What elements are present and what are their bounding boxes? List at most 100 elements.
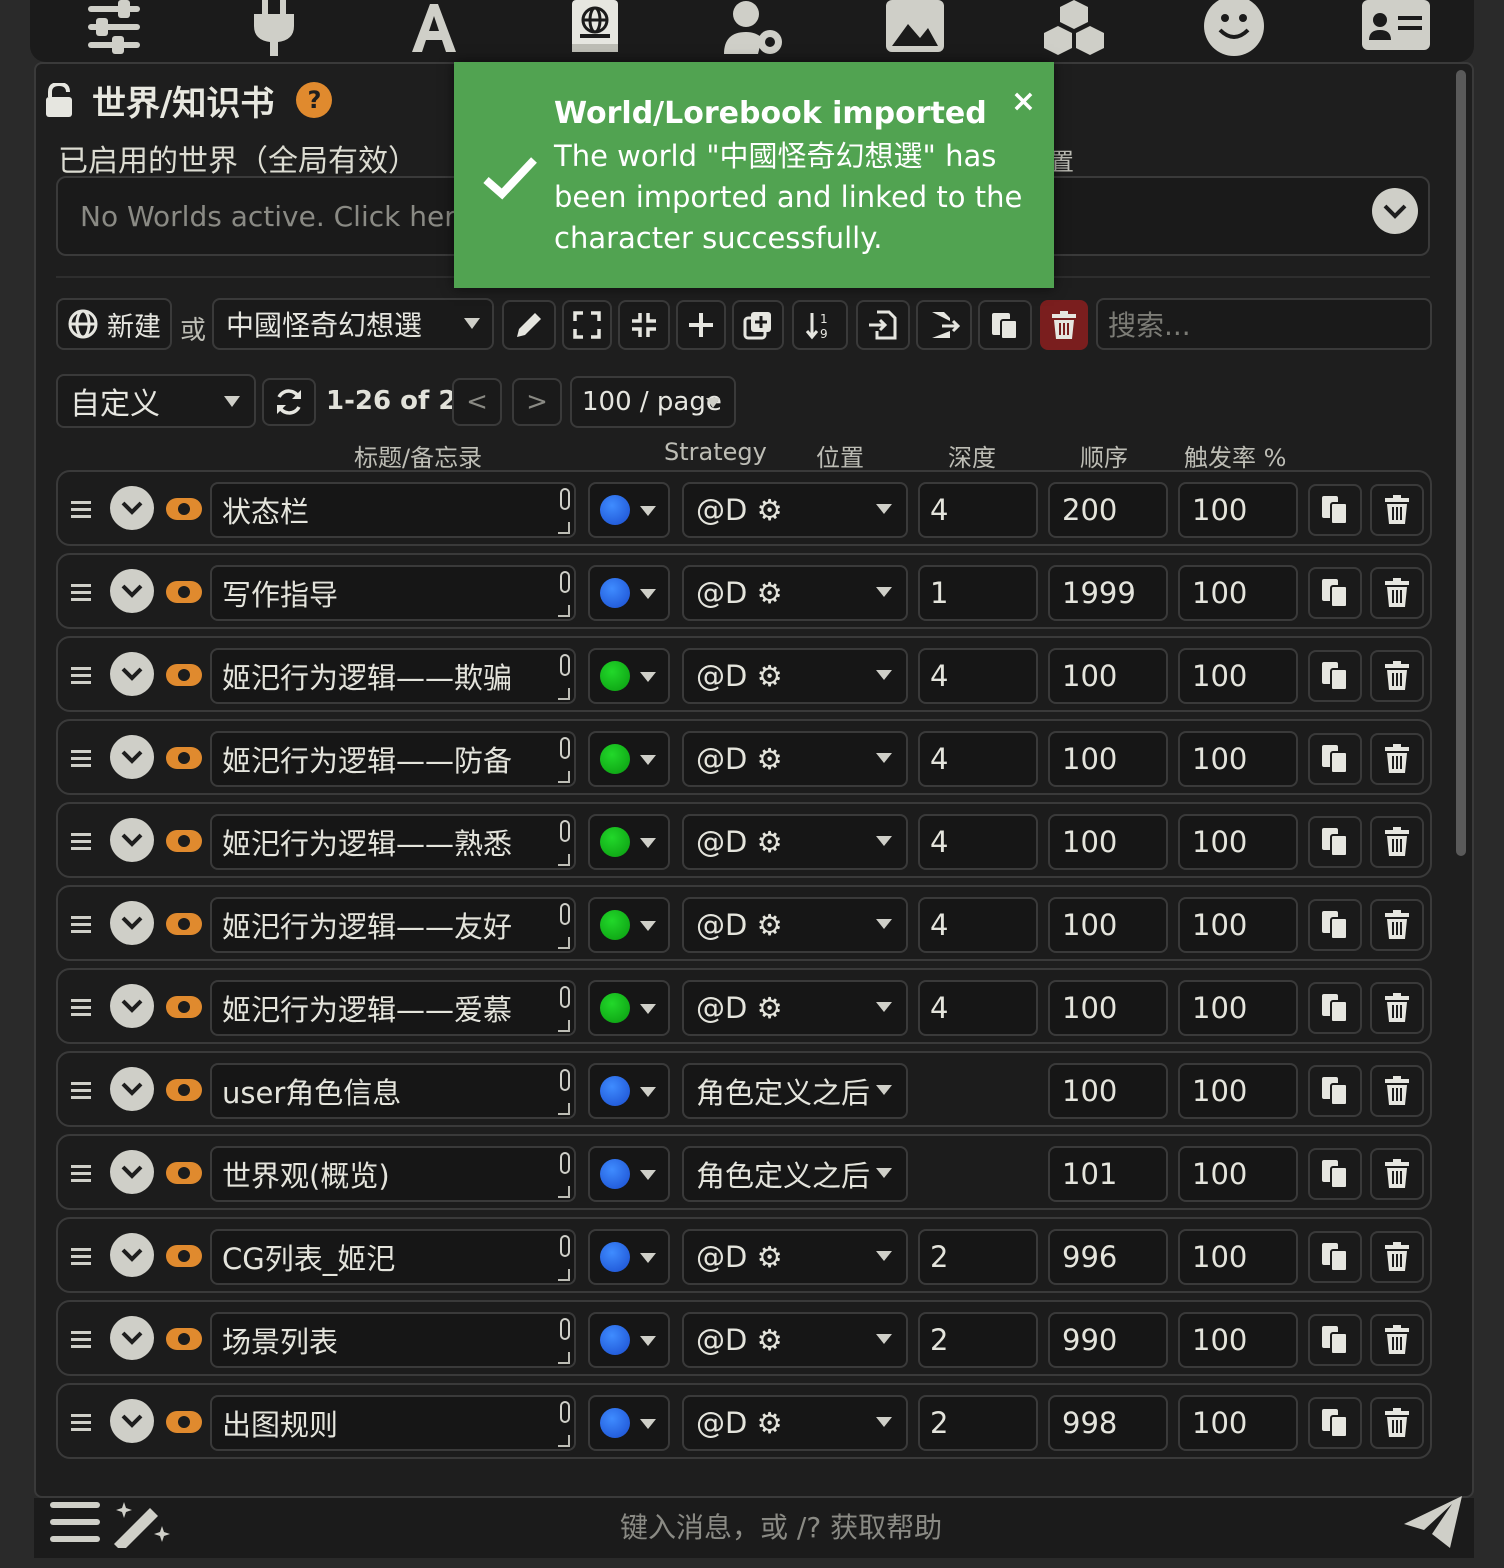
- entry-probability-input[interactable]: 100: [1178, 897, 1298, 953]
- entry-title-field[interactable]: 姬汜行为逻辑——熟悉: [210, 814, 576, 870]
- entry-title-field[interactable]: 写作指导: [210, 565, 576, 621]
- delete-world-button[interactable]: [1040, 300, 1088, 350]
- entry-probability-input[interactable]: 100: [1178, 731, 1298, 787]
- panel-scrollbar[interactable]: [1456, 70, 1466, 856]
- entry-depth-input[interactable]: 4: [918, 897, 1038, 953]
- import-world-button[interactable]: [856, 300, 910, 350]
- entry-strategy-select[interactable]: [588, 1229, 670, 1285]
- expand-entry-icon[interactable]: [110, 569, 154, 613]
- entry-enabled-toggle[interactable]: [166, 996, 202, 1018]
- refresh-button[interactable]: [262, 378, 316, 426]
- expand-entry-icon[interactable]: [110, 1316, 154, 1360]
- resize-handle[interactable]: [558, 1186, 570, 1198]
- import-toast[interactable]: World/Lorebook imported The world "中國怪奇幻…: [454, 62, 1054, 288]
- chat-input[interactable]: 键入消息，或 /? 获取帮助: [620, 1506, 942, 1546]
- rename-world-button[interactable]: [502, 300, 556, 350]
- new-world-button[interactable]: 新建: [56, 298, 172, 350]
- entry-position-select[interactable]: @D ⚙: [682, 980, 908, 1036]
- expand-entry-icon[interactable]: [110, 486, 154, 530]
- drag-handle-icon[interactable]: [70, 1328, 92, 1350]
- chevron-down-icon[interactable]: [1372, 188, 1418, 234]
- delete-entry-button[interactable]: [1370, 567, 1424, 619]
- delete-entry-button[interactable]: [1370, 816, 1424, 868]
- resize-handle[interactable]: [558, 771, 570, 783]
- expand-entry-icon[interactable]: [110, 1150, 154, 1194]
- entry-position-select[interactable]: @D ⚙: [682, 897, 908, 953]
- entry-depth-input[interactable]: 2: [918, 1312, 1038, 1368]
- entry-title-field[interactable]: 状态栏: [210, 482, 576, 538]
- entry-title-field[interactable]: CG列表_姬汜: [210, 1229, 576, 1285]
- entry-title-field[interactable]: 世界观(概览): [210, 1146, 576, 1202]
- entry-position-select[interactable]: 角色定义之后: [682, 1146, 908, 1202]
- smiley-icon[interactable]: [1194, 0, 1274, 58]
- entry-order-input[interactable]: 996: [1048, 1229, 1168, 1285]
- entry-probability-input[interactable]: 100: [1178, 1063, 1298, 1119]
- entry-enabled-toggle[interactable]: [166, 1162, 202, 1184]
- resize-handle[interactable]: [558, 1103, 570, 1115]
- drag-handle-icon[interactable]: [70, 830, 92, 852]
- duplicate-entry-button[interactable]: [1308, 982, 1362, 1034]
- entry-order-input[interactable]: 100: [1048, 980, 1168, 1036]
- expand-all-button[interactable]: [562, 300, 612, 350]
- entry-enabled-toggle[interactable]: [166, 1245, 202, 1267]
- world-select[interactable]: 中國怪奇幻想選: [212, 298, 494, 350]
- duplicate-entry-button[interactable]: [1308, 1397, 1362, 1449]
- entry-order-input[interactable]: 998: [1048, 1395, 1168, 1451]
- user-gear-icon[interactable]: [714, 0, 794, 58]
- drag-handle-icon[interactable]: [70, 1079, 92, 1101]
- expand-entry-icon[interactable]: [110, 818, 154, 862]
- resize-handle[interactable]: [558, 1352, 570, 1364]
- entry-position-select[interactable]: @D ⚙: [682, 482, 908, 538]
- entry-depth-input[interactable]: 4: [918, 980, 1038, 1036]
- entry-depth-input[interactable]: 2: [918, 1395, 1038, 1451]
- delete-entry-button[interactable]: [1370, 1314, 1424, 1366]
- duplicate-entry-button[interactable]: [1308, 1314, 1362, 1366]
- drag-handle-icon[interactable]: [70, 1411, 92, 1433]
- expand-entry-icon[interactable]: [110, 652, 154, 696]
- options-menu-icon[interactable]: [48, 1500, 102, 1544]
- entry-strategy-select[interactable]: [588, 565, 670, 621]
- entry-depth-input[interactable]: 2: [918, 1229, 1038, 1285]
- entry-title-field[interactable]: user角色信息: [210, 1063, 576, 1119]
- entry-order-input[interactable]: 100: [1048, 648, 1168, 704]
- drag-handle-icon[interactable]: [70, 747, 92, 769]
- entry-title-field[interactable]: 出图规则: [210, 1395, 576, 1451]
- entry-position-select[interactable]: @D ⚙: [682, 1395, 908, 1451]
- duplicate-entry-button[interactable]: [1308, 1148, 1362, 1200]
- cubes-icon[interactable]: [1034, 0, 1114, 58]
- duplicate-entry-button[interactable]: [1308, 1065, 1362, 1117]
- expand-entry-icon[interactable]: [110, 735, 154, 779]
- unlock-icon[interactable]: [44, 83, 74, 117]
- expand-entry-icon[interactable]: [110, 1233, 154, 1277]
- entry-probability-input[interactable]: 100: [1178, 814, 1298, 870]
- delete-entry-button[interactable]: [1370, 1397, 1424, 1449]
- drag-handle-icon[interactable]: [70, 581, 92, 603]
- resize-handle[interactable]: [558, 522, 570, 534]
- entry-order-input[interactable]: 990: [1048, 1312, 1168, 1368]
- sort-entries-button[interactable]: 19: [792, 300, 848, 350]
- entry-strategy-select[interactable]: [588, 731, 670, 787]
- entry-position-select[interactable]: @D ⚙: [682, 1312, 908, 1368]
- delete-entry-button[interactable]: [1370, 899, 1424, 951]
- duplicate-entry-button[interactable]: [1308, 484, 1362, 536]
- entry-probability-input[interactable]: 100: [1178, 1395, 1298, 1451]
- entry-depth-input[interactable]: 4: [918, 814, 1038, 870]
- duplicate-entry-button[interactable]: [1308, 567, 1362, 619]
- entry-position-select[interactable]: @D ⚙: [682, 731, 908, 787]
- entry-enabled-toggle[interactable]: [166, 664, 202, 686]
- drag-handle-icon[interactable]: [70, 996, 92, 1018]
- next-page-button[interactable]: >: [512, 378, 562, 426]
- entry-strategy-select[interactable]: [588, 648, 670, 704]
- duplicate-entry-button[interactable]: [1308, 816, 1362, 868]
- delete-entry-button[interactable]: [1370, 1231, 1424, 1283]
- book-atlas-icon[interactable]: [554, 0, 634, 58]
- duplicate-world-button[interactable]: [732, 300, 784, 350]
- entry-position-select[interactable]: @D ⚙: [682, 648, 908, 704]
- add-entry-button[interactable]: [676, 300, 726, 350]
- delete-entry-button[interactable]: [1370, 1148, 1424, 1200]
- duplicate-entry-button[interactable]: [1308, 899, 1362, 951]
- resize-handle[interactable]: [558, 1435, 570, 1447]
- delete-entry-button[interactable]: [1370, 650, 1424, 702]
- plug-icon[interactable]: [234, 0, 314, 58]
- expand-entry-icon[interactable]: [110, 984, 154, 1028]
